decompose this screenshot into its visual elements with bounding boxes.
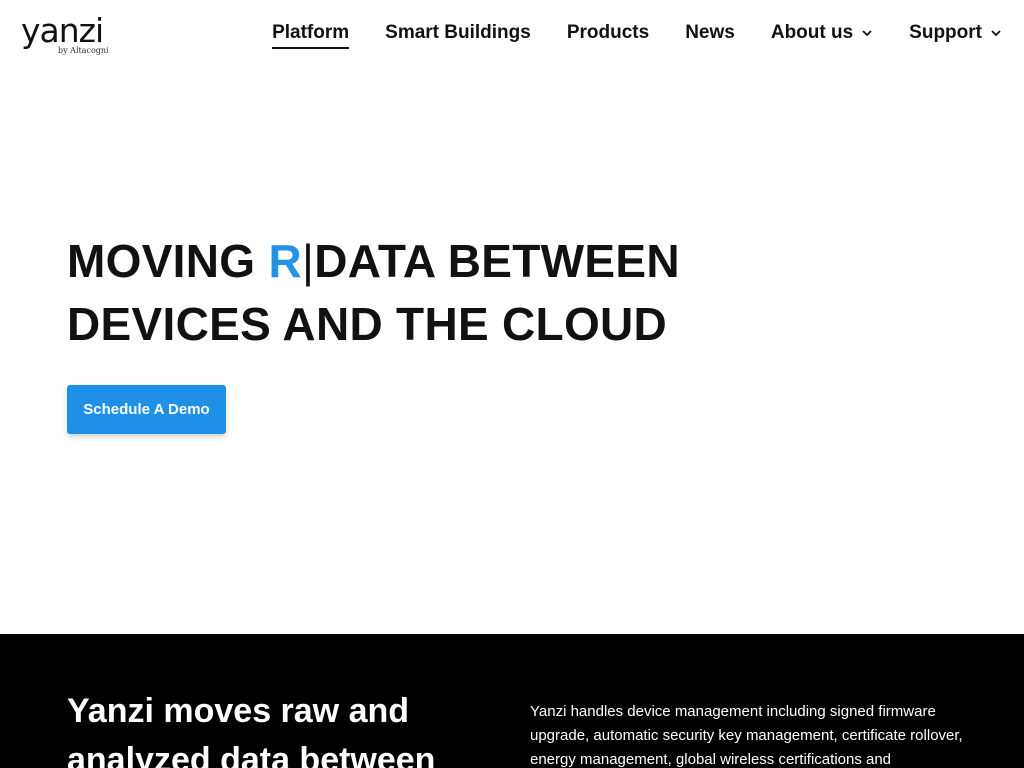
nav-item-support[interactable]: Support	[909, 18, 1002, 48]
nav-item-label: Platform	[272, 22, 350, 43]
nav-item-products[interactable]: Products	[567, 18, 649, 48]
nav-item-label: Support	[909, 22, 982, 43]
hero-section: MOVING R|DATA BETWEEN DEVICES AND THE CL…	[0, 72, 1024, 634]
logo-subtitle: by Altacogni	[58, 46, 109, 55]
main-nav: Platform Smart Buildings Products News A…	[272, 18, 1002, 49]
logo-wordmark: yanzi	[21, 11, 104, 50]
chevron-down-icon	[862, 30, 872, 37]
hero-title-start: MOVING	[67, 235, 269, 287]
schedule-demo-button[interactable]: Schedule A Demo	[67, 385, 226, 434]
nav-item-smart-buildings[interactable]: Smart Buildings	[385, 18, 531, 48]
chevron-down-icon	[991, 30, 1001, 37]
nav-item-label: Products	[566, 22, 650, 43]
site-header: yanzi by Altacogni Platform Smart Buildi…	[0, 0, 1024, 72]
intro-section: Yanzi moves raw and analyzed data betwee…	[0, 634, 1024, 768]
section-heading: Yanzi moves raw and analyzed data betwee…	[67, 692, 436, 768]
typing-cursor: |	[301, 235, 315, 287]
nav-item-label: About us	[770, 22, 854, 43]
section-body-text: Yanzi handles device management includin…	[530, 703, 963, 768]
nav-item-label: Smart Buildings	[385, 22, 531, 43]
yanzi-logo[interactable]: yanzi by Altacogni	[21, 14, 109, 58]
nav-item-platform[interactable]: Platform	[272, 18, 350, 49]
nav-item-news[interactable]: News	[685, 18, 735, 48]
hero-title-typed: R	[268, 235, 302, 287]
hero-title: MOVING R|DATA BETWEEN DEVICES AND THE CL…	[67, 230, 687, 356]
nav-item-label: News	[685, 22, 735, 43]
nav-item-about-us[interactable]: About us	[771, 18, 873, 48]
